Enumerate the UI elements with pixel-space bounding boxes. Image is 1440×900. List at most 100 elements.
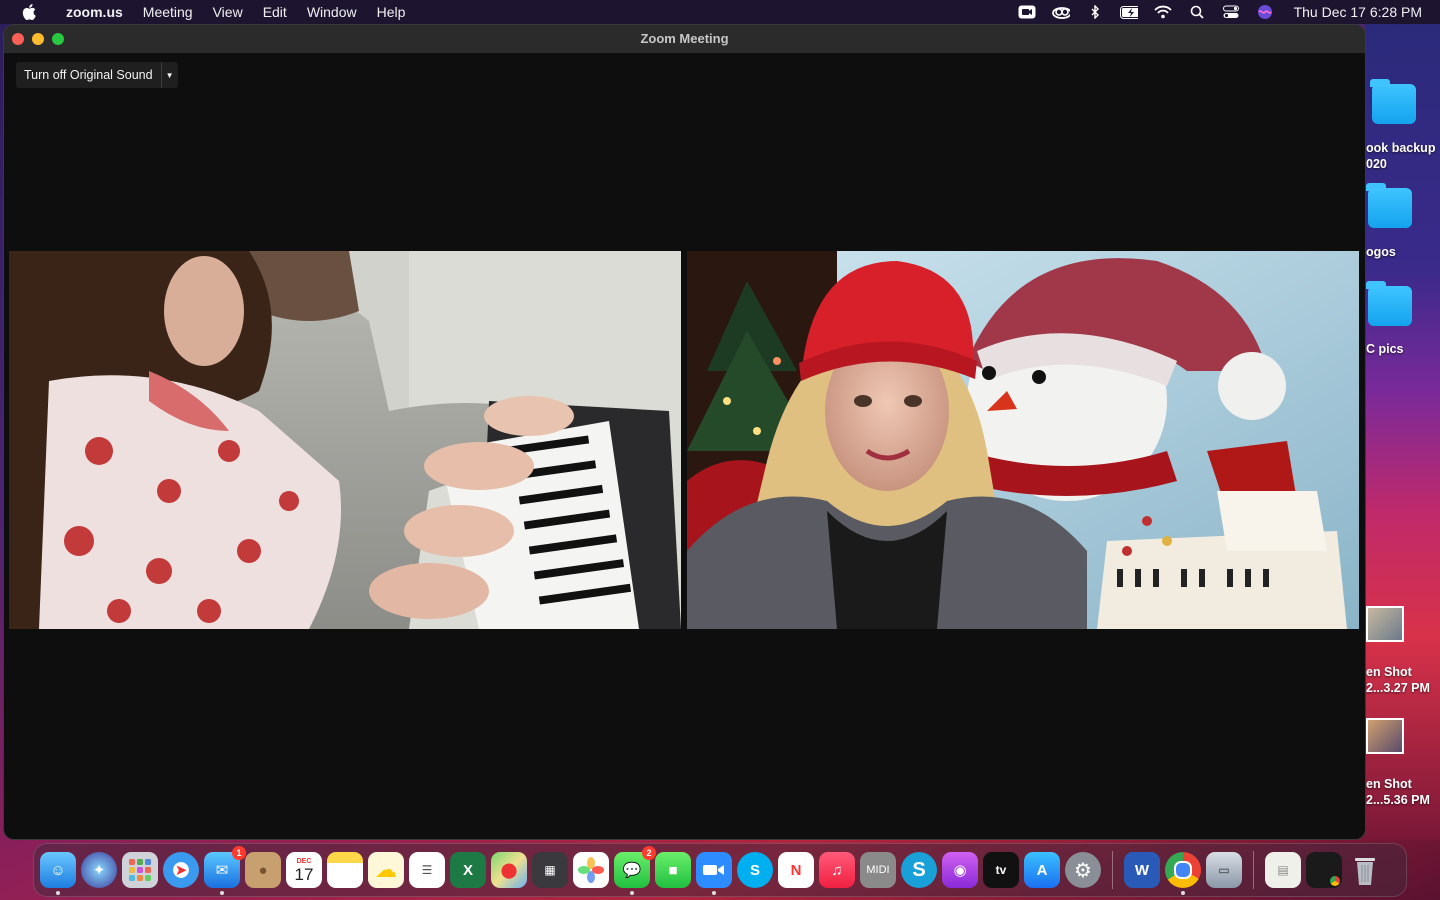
dock-calendar[interactable]: DEC 17 [286, 852, 322, 888]
preview-icon: ▭ [1218, 863, 1230, 877]
dock-maps[interactable]: ⬤ [491, 852, 527, 888]
dock-podcasts[interactable]: ◉ [942, 852, 978, 888]
dock-safari[interactable]: ➤ [163, 852, 199, 888]
menu-edit[interactable]: Edit [253, 4, 297, 20]
messages-badge: 2 [642, 846, 656, 860]
menu-window[interactable]: Window [297, 4, 367, 20]
apple-menu-icon[interactable] [20, 3, 38, 21]
folder-icon [1370, 79, 1416, 124]
dock-music[interactable]: ♫ [819, 852, 855, 888]
dock-excel[interactable]: X [450, 852, 486, 888]
dock-system-preferences[interactable]: ⚙ [1065, 852, 1101, 888]
menu-meeting[interactable]: Meeting [133, 4, 203, 20]
zoom-status-icon[interactable] [1018, 5, 1036, 19]
menu-bar: zoom.us Meeting View Edit Window Help Th… [0, 0, 1440, 24]
dock-calculator[interactable]: ▦ [532, 852, 568, 888]
bluetooth-icon[interactable] [1086, 5, 1104, 19]
dock-finder[interactable]: ☺ [40, 852, 76, 895]
dock-preview[interactable]: ▭ [1206, 852, 1242, 888]
dock-messages[interactable]: 💬 2 [614, 846, 656, 895]
participant-video-2[interactable] [687, 251, 1359, 629]
skype-icon: S [749, 861, 760, 879]
music-note-icon: ♫ [831, 861, 843, 879]
dock-skype[interactable]: S [737, 852, 773, 888]
gear-icon: ⚙ [1074, 859, 1092, 882]
dock-news[interactable]: N [778, 852, 814, 888]
creative-cloud-icon[interactable] [1051, 5, 1070, 19]
calendar-day: 17 [294, 864, 314, 884]
dock-separator [1253, 851, 1254, 889]
dock-mail[interactable]: ✉ 1 [204, 846, 246, 895]
siri-icon[interactable] [1256, 5, 1274, 19]
reminders-icon: ☰ [421, 863, 433, 877]
menu-app-zoom[interactable]: zoom.us [56, 4, 133, 20]
app-store-icon: A [1036, 861, 1048, 879]
mail-icon: ✉ [215, 862, 229, 879]
dock-downloads-stack[interactable]: ▤ [1265, 852, 1301, 888]
screenshot-thumbnail [1366, 606, 1404, 642]
midi-icon: MIDI [866, 864, 890, 876]
dock-zoom[interactable] [696, 852, 732, 895]
wifi-icon[interactable] [1153, 5, 1172, 19]
turn-off-original-sound-button[interactable]: Turn off Original Sound [16, 62, 162, 88]
original-sound-dropdown[interactable]: ▼ [162, 62, 178, 88]
apple-tv-icon: tv [995, 863, 1007, 877]
spotlight-search-icon[interactable] [1188, 5, 1206, 19]
window-titlebar[interactable]: Zoom Meeting [4, 25, 1365, 54]
desktop-item-label: ook backup [1366, 141, 1436, 155]
calculator-icon: ▦ [544, 863, 556, 877]
dock-facetime[interactable]: ■ [655, 852, 691, 888]
dock-apple-tv[interactable]: tv [983, 852, 1019, 888]
launchpad-icon [129, 859, 151, 881]
dock-minimized-window[interactable] [1306, 852, 1342, 888]
folder-icon [1366, 183, 1412, 228]
dock-notes[interactable] [327, 852, 363, 888]
map-pin-icon: ⬤ [500, 862, 518, 879]
dock-launchpad[interactable] [122, 852, 158, 888]
desktop-item-label: 2...5.36 PM [1366, 793, 1430, 807]
video-camera-icon: ■ [668, 861, 678, 879]
simplenote-icon: S [912, 858, 926, 881]
dock: ☺ ✦ ➤ ✉ 1 ● DEC 17 ☁ ☰ X ⬤ ▦ 💬 2 ■ S N ♫… [33, 843, 1407, 897]
mail-badge: 1 [232, 846, 246, 860]
word-icon: W [1134, 861, 1150, 879]
dock-chrome[interactable] [1165, 852, 1201, 895]
dock-app-store[interactable]: A [1024, 852, 1060, 888]
window-title: Zoom Meeting [640, 31, 729, 46]
desktop-item-label: C pics [1366, 342, 1404, 356]
desktop-item-label: 2...3.27 PM [1366, 681, 1430, 695]
dock-contacts[interactable]: ● [245, 852, 281, 888]
dock-stickies[interactable]: ☁ [368, 852, 404, 888]
dock-midi[interactable]: MIDI [860, 852, 896, 888]
dock-photos[interactable] [573, 852, 609, 888]
podcast-icon: ◉ [953, 862, 967, 879]
excel-icon: X [462, 861, 473, 879]
desktop-item-label: 020 [1366, 157, 1387, 171]
menu-bar-clock[interactable]: Thu Dec 17 6:28 PM [1294, 4, 1422, 20]
finder-icon: ☺ [50, 861, 66, 879]
dock-trash[interactable] [1347, 852, 1383, 888]
zoom-meeting-window: Zoom Meeting Turn off Original Sound ▼ [4, 25, 1365, 839]
dock-simplenote[interactable]: S [901, 852, 937, 888]
video-frame-piano-kids [9, 251, 681, 629]
dock-reminders[interactable]: ☰ [409, 852, 445, 888]
control-center-icon[interactable] [1222, 5, 1240, 19]
siri-icon: ✦ [92, 862, 106, 879]
dock-siri[interactable]: ✦ [81, 852, 117, 888]
original-sound-control: Turn off Original Sound ▼ [16, 62, 178, 88]
caret-down-icon: ▼ [165, 70, 174, 80]
document-icon: ▤ [1277, 863, 1289, 877]
battery-icon[interactable] [1119, 5, 1138, 19]
news-icon: N [790, 861, 802, 879]
desktop-item-label: en Shot [1366, 665, 1412, 679]
chrome-icon [1174, 861, 1192, 879]
cloud-icon: ☁ [375, 857, 397, 882]
participant-video-1[interactable] [9, 251, 681, 629]
dock-word[interactable]: W [1124, 852, 1160, 888]
menu-help[interactable]: Help [367, 4, 416, 20]
folder-icon [1366, 281, 1412, 326]
compass-icon: ➤ [174, 862, 188, 879]
menu-view[interactable]: View [203, 4, 253, 20]
video-frame-snowman [687, 251, 1359, 629]
trash-icon [1355, 858, 1375, 885]
